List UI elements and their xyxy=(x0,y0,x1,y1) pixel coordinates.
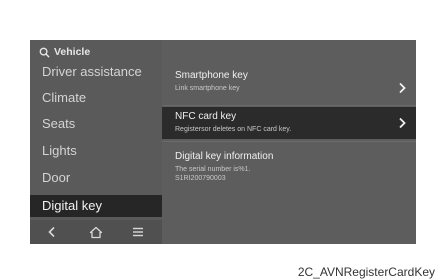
search-category-label: Vehicle xyxy=(54,46,91,58)
chevron-right-icon xyxy=(399,117,406,129)
image-caption: 2C_AVNRegisterCardKey xyxy=(297,265,435,279)
digital-key-info-line-1: The serial number is%1. xyxy=(175,166,251,173)
infotainment-screen: Vehicle Driver assistance Climate Seats … xyxy=(30,40,416,244)
nfc-card-key-title: NFC card key xyxy=(175,111,237,122)
home-icon xyxy=(89,226,103,238)
settings-sidebar: Vehicle Driver assistance Climate Seats … xyxy=(30,40,162,244)
back-icon xyxy=(48,226,55,238)
smartphone-key-row[interactable]: Smartphone key Link smartphone key xyxy=(162,70,416,102)
sidebar-item-digital-key[interactable]: Digital key xyxy=(30,195,162,217)
sidebar-item-climate[interactable]: Climate xyxy=(42,90,86,106)
home-button[interactable] xyxy=(88,224,104,240)
sidebar-item-seats[interactable]: Seats xyxy=(42,116,75,132)
nfc-card-key-row[interactable]: NFC card key Registersor deletes on NFC … xyxy=(162,107,416,139)
digital-key-serial-number: S1RI200790003 xyxy=(175,175,226,182)
back-button[interactable] xyxy=(44,224,60,240)
bottom-nav-bar xyxy=(30,220,162,244)
smartphone-key-title: Smartphone key xyxy=(175,70,248,81)
menu-button[interactable] xyxy=(130,224,146,240)
menu-icon xyxy=(133,227,143,237)
search-row[interactable]: Vehicle xyxy=(39,45,90,59)
sidebar-item-driver-assistance[interactable]: Driver assistance xyxy=(42,64,142,80)
digital-key-info-title: Digital key information xyxy=(175,151,274,162)
search-icon xyxy=(39,47,50,58)
row-divider xyxy=(162,105,416,106)
smartphone-key-subtitle: Link smartphone key xyxy=(175,85,240,92)
nfc-card-key-subtitle: Registersor deletes on NFC card key. xyxy=(175,126,292,133)
digital-key-info-row[interactable]: Digital key information The serial numbe… xyxy=(162,151,416,191)
chevron-right-icon xyxy=(399,82,406,94)
row-divider xyxy=(162,141,416,142)
sidebar-item-door[interactable]: Door xyxy=(42,170,70,186)
sidebar-item-lights[interactable]: Lights xyxy=(42,143,77,159)
